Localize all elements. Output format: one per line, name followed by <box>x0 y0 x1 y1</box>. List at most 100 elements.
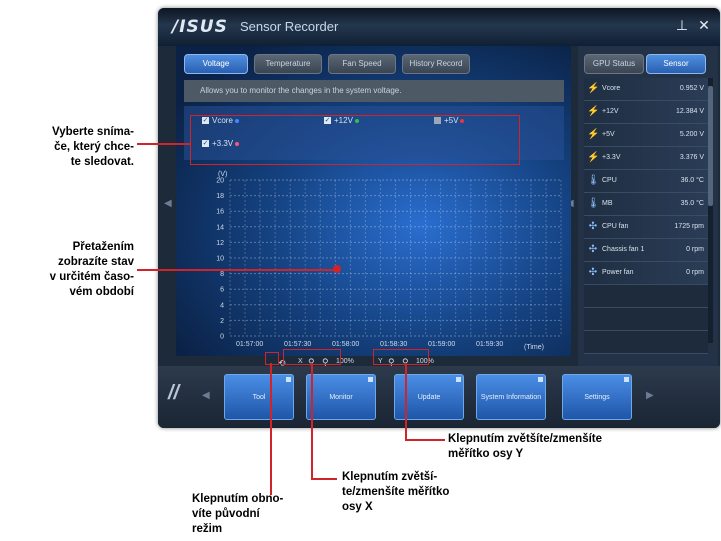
sensor-name: +12V <box>602 108 619 115</box>
sensor-row: ✣ CPU fan 1725 rpm <box>584 216 708 239</box>
fan-icon: ✣ <box>588 244 598 255</box>
sensor-value: 3.376 V <box>679 154 704 161</box>
corner-icon <box>286 377 291 382</box>
drag-point-marker <box>333 265 341 273</box>
x-tick-label: 01:59:30 <box>476 341 503 348</box>
scrollbar-thumb[interactable] <box>708 86 713 206</box>
corner-icon <box>538 377 543 382</box>
tab-history-record[interactable]: History Record <box>402 54 470 74</box>
sensor-row: ⚡ Vcore 0.952 V <box>584 78 708 101</box>
y-tick-label: 16 <box>216 209 224 216</box>
tab-temperature[interactable]: Temperature <box>254 54 322 74</box>
tab-voltage[interactable]: Voltage <box>184 54 248 74</box>
sensor-name: Chassis fan 1 <box>602 246 645 253</box>
sensor-select-highlight <box>190 115 520 165</box>
title-bar: /ISUS Sensor Recorder ⊥ ✕ <box>158 8 720 46</box>
sensor-value: 5.200 V <box>679 131 704 138</box>
bolt-icon: ⚡ <box>587 152 600 163</box>
sensor-row-empty <box>584 331 708 354</box>
sensor-row: ✣ Power fan 0 rpm <box>584 262 708 285</box>
sensor-name: +3.3V <box>602 154 621 161</box>
nav-tool-button[interactable]: Tool <box>224 374 294 420</box>
nav-label: Monitor <box>329 393 353 401</box>
scrollbar[interactable] <box>708 78 713 343</box>
fan-icon: ✣ <box>588 221 598 232</box>
sensor-row: ⚡ +3.3V 3.376 V <box>584 147 708 170</box>
y-tick-label: 10 <box>216 256 224 263</box>
sensor-row-empty <box>584 285 708 308</box>
x-tick-label: 01:57:00 <box>236 341 263 348</box>
bolt-icon: ⚡ <box>587 106 600 117</box>
x-tick-label: 01:59:00 <box>428 341 455 348</box>
y-tick-label: 2 <box>220 318 224 325</box>
sensor-value: 35.0 °C <box>680 200 704 207</box>
y-tick-label: 18 <box>216 193 224 200</box>
x-tick-label: 01:58:00 <box>332 341 359 348</box>
tab-fan-speed[interactable]: Fan Speed <box>328 54 396 74</box>
close-icon[interactable]: ✕ <box>695 16 713 34</box>
annotation-drag-state: Přetažením zobrazíte stav v určitém časo… <box>49 241 134 298</box>
annotation-zoom-x: Klepnutím zvětší- te/zmenšíte měřítko os… <box>342 471 450 513</box>
y-tick-label: 12 <box>216 240 224 247</box>
corner-icon <box>456 377 461 382</box>
bolt-icon: ⚡ <box>587 129 600 140</box>
sensor-name: Vcore <box>602 85 621 92</box>
x-tick-label: 01:58:30 <box>380 341 407 348</box>
callout-line <box>270 363 272 495</box>
sensor-row: ✣ Chassis fan 1 0 rpm <box>584 239 708 262</box>
callout-line <box>311 478 337 480</box>
sensor-row: 🌡 CPU 36.0 °C <box>584 170 708 193</box>
sensor-name: MB <box>602 200 613 207</box>
description-text: Allows you to monitor the changes in the… <box>184 80 564 102</box>
sensor-value: 12.384 V <box>675 108 704 115</box>
y-axis-label: (V) <box>218 171 227 178</box>
callout-line <box>405 439 445 441</box>
sensor-name: Power fan <box>602 269 634 276</box>
minimize-icon[interactable]: ⊥ <box>673 16 691 34</box>
nav-left-arrow-icon[interactable]: ◀ <box>202 390 210 401</box>
sensor-name: +5V <box>602 131 615 138</box>
sensor-value: 0 rpm <box>686 269 704 276</box>
y-tick-label: 6 <box>220 287 224 294</box>
tab-gpu-status[interactable]: GPU Status <box>584 54 644 74</box>
corner-icon <box>368 377 373 382</box>
asus-logo: /ISUS <box>172 17 228 37</box>
sensor-status-panel: GPU Status Sensor ⚡ Vcore 0.952 V ⚡ +12V 12.3… <box>578 46 718 366</box>
nav-right-arrow-icon[interactable]: ▶ <box>646 390 654 401</box>
callout-line <box>137 269 337 271</box>
nav-system-information-button[interactable]: System Information <box>476 374 546 420</box>
sensor-recorder-window: /ISUS Sensor Recorder ⊥ ✕ ◀ ◀ Voltage Te… <box>158 8 720 428</box>
y-tick-label: 8 <box>220 271 224 278</box>
left-arrow-icon[interactable]: ◀ <box>164 198 172 209</box>
sensor-row-empty <box>584 308 708 331</box>
thermometer-icon: 🌡 <box>587 198 600 209</box>
sensor-row: 🌡 MB 35.0 °C <box>584 193 708 216</box>
tab-sensor[interactable]: Sensor <box>646 54 706 74</box>
sensor-value: 0 rpm <box>686 246 704 253</box>
sensor-row: ⚡ +12V 12.384 V <box>584 101 708 124</box>
sensor-list: ⚡ Vcore 0.952 V ⚡ +12V 12.384 V ⚡ +5V 5.200 V ⚡ +3… <box>584 78 708 354</box>
ai-suite-logo-icon: // <box>168 382 180 404</box>
annotation-restore: Klepnutím obno- víte původní režim <box>192 493 284 535</box>
callout-line <box>311 363 313 479</box>
nav-label: Settings <box>584 393 610 401</box>
nav-label: Tool <box>252 393 266 401</box>
window-title: Sensor Recorder <box>240 19 339 34</box>
bolt-icon: ⚡ <box>587 83 600 94</box>
sensor-value: 0.952 V <box>679 85 704 92</box>
voltage-chart[interactable]: 20181614121086420 01:57:00 01:57:30 01:58:… <box>176 166 571 356</box>
annotation-select-sensors: Vyberte sníma- če, který chce- te sledov… <box>51 126 134 168</box>
nav-monitor-button[interactable]: Monitor <box>306 374 376 420</box>
callout-line <box>137 143 191 145</box>
nav-settings-button[interactable]: Settings <box>562 374 632 420</box>
y-tick-label: 0 <box>220 334 224 341</box>
y-tick-label: 20 <box>216 178 224 185</box>
y-zoom-highlight <box>373 349 429 365</box>
thermometer-icon: 🌡 <box>587 175 600 186</box>
nav-label: System Information <box>480 393 542 401</box>
nav-label: Update <box>417 393 441 401</box>
x-tick-label: 01:57:30 <box>284 341 311 348</box>
sensor-value: 36.0 °C <box>680 177 704 184</box>
corner-icon <box>624 377 629 382</box>
callout-line <box>405 363 407 440</box>
